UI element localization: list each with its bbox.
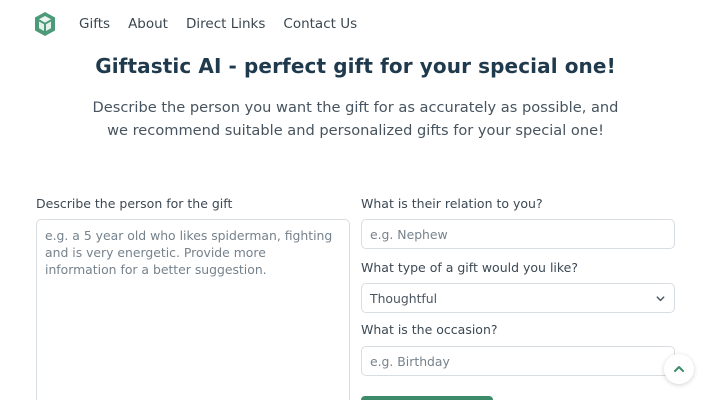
subtitle-line-1: Describe the person you want the gift fo… xyxy=(92,99,619,116)
nav-link-gifts[interactable]: Gifts xyxy=(79,16,110,32)
relation-label: What is their relation to you? xyxy=(361,196,543,211)
nav-link-contact-us[interactable]: Contact Us xyxy=(283,16,357,32)
scroll-to-top-button[interactable] xyxy=(664,354,694,384)
page-subtitle: Describe the person you want the gift fo… xyxy=(60,96,651,142)
gift-logo-icon[interactable] xyxy=(33,11,57,37)
nav-link-direct-links[interactable]: Direct Links xyxy=(186,16,265,32)
gift-type-select[interactable]: Thoughtful xyxy=(361,283,675,313)
relation-input[interactable] xyxy=(361,219,675,249)
gift-type-value: Thoughtful xyxy=(370,290,438,306)
description-textarea[interactable] xyxy=(36,219,350,400)
occasion-label: What is the occasion? xyxy=(361,322,498,337)
gift-type-label: What type of a gift would you like? xyxy=(361,260,579,275)
page-title: Giftastic AI - perfect gift for your spe… xyxy=(95,54,616,78)
description-label: Describe the person for the gift xyxy=(36,196,233,211)
submit-button[interactable] xyxy=(361,396,493,400)
chevron-down-icon xyxy=(656,295,665,301)
subtitle-line-2: we recommend suitable and personalized g… xyxy=(107,122,604,139)
chevron-up-icon xyxy=(674,366,684,372)
nav-link-about[interactable]: About xyxy=(128,16,168,32)
page: Gifts About Direct Links Contact Us Gift… xyxy=(0,0,711,400)
top-nav: Gifts About Direct Links Contact Us xyxy=(33,10,375,38)
occasion-input[interactable] xyxy=(361,346,675,376)
